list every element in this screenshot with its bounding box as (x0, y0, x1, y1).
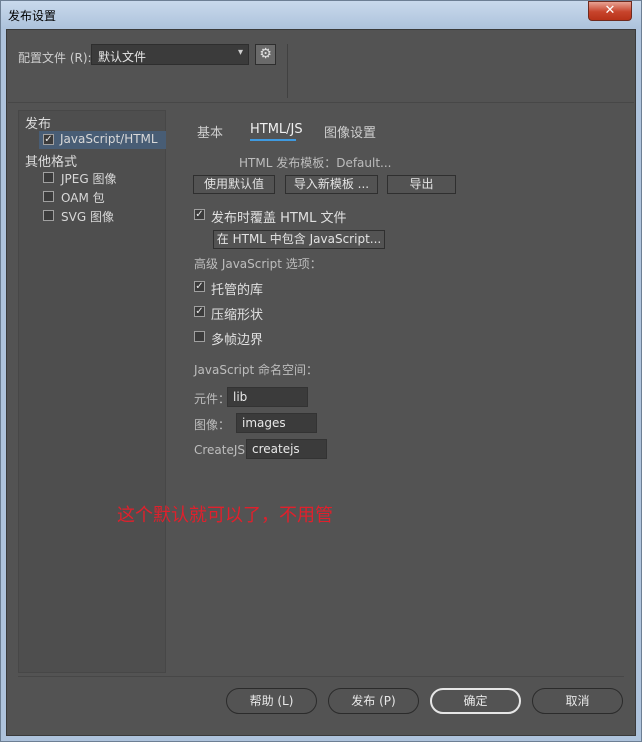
tree-item-label: JavaScript/HTML (60, 132, 158, 146)
checkbox-oam[interactable] (43, 191, 54, 202)
advanced-js-heading: 高级 JavaScript 选项： (194, 257, 322, 271)
footer-divider (18, 676, 624, 677)
active-tab-indicator (250, 139, 296, 141)
profile-label: 配置文件 (R): (18, 51, 92, 65)
publish-heading: 发布 (25, 117, 52, 132)
checkbox-hosted-libraries[interactable]: ✓ (194, 281, 205, 292)
close-button[interactable]: ✕ (588, 1, 632, 21)
close-icon: ✕ (604, 3, 616, 18)
overwrite-html-label: 发布时覆盖 HTML 文件 (211, 211, 347, 226)
cancel-button[interactable]: 取消 (532, 688, 623, 714)
chevron-down-icon: ▾ (237, 47, 243, 58)
tab-html-js[interactable]: HTML/JS (250, 122, 303, 137)
import-template-button[interactable]: 导入新模板 ... (285, 175, 378, 194)
use-default-button[interactable]: 使用默认值 (193, 175, 275, 194)
multiframe-bounds-label: 多帧边界 (211, 333, 264, 348)
tab-image-settings[interactable]: 图像设置 (324, 122, 376, 141)
symbols-input[interactable]: lib (227, 387, 308, 407)
publish-button[interactable]: 发布 (P) (328, 688, 419, 714)
horizontal-divider (8, 102, 634, 103)
other-formats-heading: 其他格式 (25, 155, 78, 170)
createjs-label: CreateJS: (194, 443, 250, 457)
tree-item-label: OAM 包 (61, 191, 105, 205)
checkbox-multiframe-bounds[interactable] (194, 331, 205, 342)
tree-item-svg[interactable]: SVG 图像 (43, 207, 165, 225)
checkbox-jpeg[interactable] (43, 172, 54, 183)
gear-icon: ⚙ (259, 46, 272, 62)
symbols-label: 元件： (194, 392, 231, 406)
include-js-in-html-button[interactable]: 在 HTML 中包含 JavaScript... (213, 230, 385, 249)
help-button[interactable]: 帮助 (L) (226, 688, 317, 714)
profile-options-button[interactable]: ⚙ (255, 44, 276, 65)
checkbox-compact-shapes[interactable]: ✓ (194, 306, 205, 317)
compact-shapes-label: 压缩形状 (211, 308, 264, 323)
images-label: 图像： (194, 418, 231, 432)
images-input[interactable]: images (236, 413, 317, 433)
tree-item-javascript-html[interactable]: ✓ JavaScript/HTML (39, 131, 166, 149)
red-annotation-note: 这个默认就可以了，不用管 (117, 505, 333, 526)
checkbox-javascript-html[interactable]: ✓ (43, 134, 54, 145)
tree-item-jpeg[interactable]: JPEG 图像 (43, 169, 165, 187)
html-template-label: HTML 发布模板：Default... (239, 156, 392, 170)
title-bar[interactable]: 发布设置 (1, 1, 641, 28)
tree-item-label: JPEG 图像 (61, 172, 117, 186)
ok-button[interactable]: 确定 (430, 688, 521, 714)
tree-item-oam[interactable]: OAM 包 (43, 188, 165, 206)
format-tree-panel: 发布 ✓ JavaScript/HTML 其他格式 JPEG 图像 OAM 包 … (18, 110, 166, 673)
hosted-libraries-label: 托管的库 (211, 283, 264, 298)
tree-item-label: SVG 图像 (61, 210, 114, 224)
vertical-divider (287, 44, 288, 98)
js-namespace-heading: JavaScript 命名空间： (194, 363, 318, 377)
checkbox-svg[interactable] (43, 210, 54, 221)
profile-select[interactable]: 默认文件 ▾ (91, 44, 249, 65)
window-title: 发布设置 (8, 9, 57, 23)
createjs-input[interactable]: createjs (246, 439, 327, 459)
tab-basic[interactable]: 基本 (197, 122, 223, 141)
checkbox-overwrite-html[interactable]: ✓ (194, 209, 205, 220)
export-button[interactable]: 导出 (387, 175, 456, 194)
profile-value: 默认文件 (98, 50, 147, 64)
